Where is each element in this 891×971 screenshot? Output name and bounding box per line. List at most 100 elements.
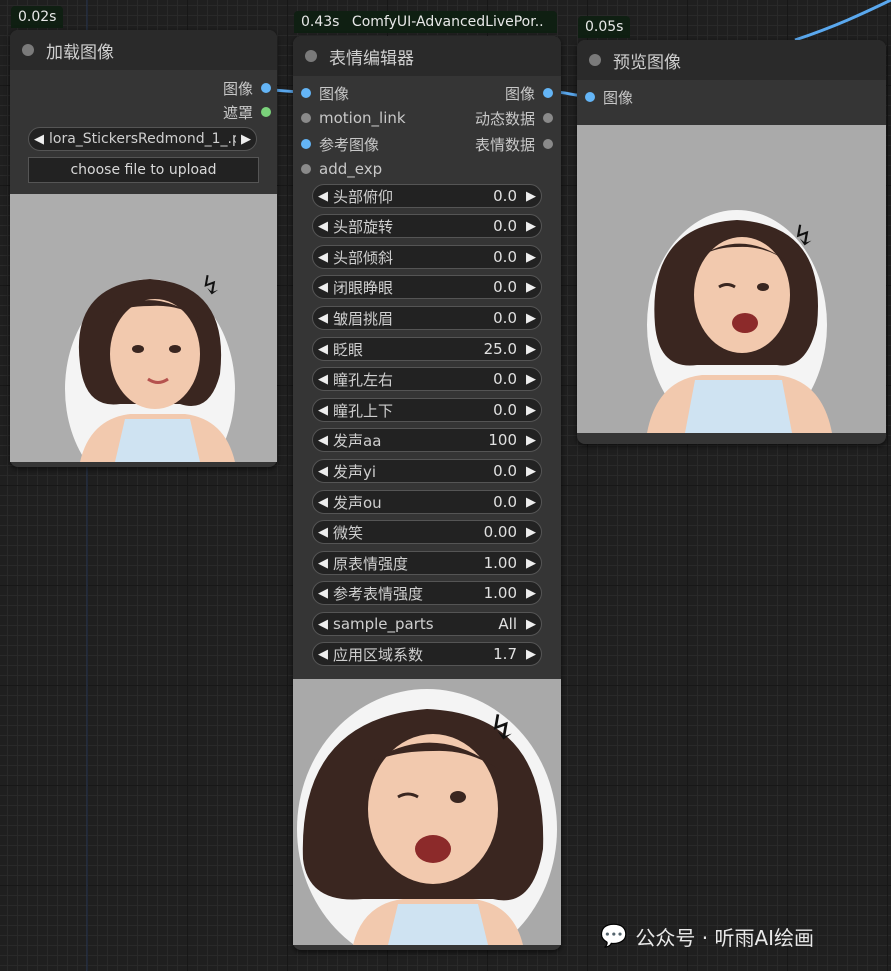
image-file-select[interactable]: ◀ lora_StickersRedmond_1_.png ▶: [28, 127, 257, 151]
svg-text:↯: ↯: [200, 271, 222, 301]
editor-node-header[interactable]: 表情编辑器: [293, 36, 561, 76]
port-input-motion-link[interactable]: [301, 113, 311, 123]
editor-output-image[interactable]: 图像: [505, 83, 553, 103]
arrow-left-icon[interactable]: ◀: [313, 647, 333, 662]
arrow-left-icon[interactable]: ◀: [313, 280, 333, 295]
arrow-right-icon[interactable]: ▶: [521, 372, 541, 387]
arrow-left-icon[interactable]: ◀: [313, 403, 333, 418]
arrow-left-icon[interactable]: ◀: [313, 586, 333, 601]
arrow-right-icon[interactable]: ▶: [521, 525, 541, 540]
param-crop-factor[interactable]: ◀ 应用区域系数 1.7 ▶: [312, 642, 542, 666]
girl-wink-image: ↯: [293, 679, 561, 945]
editor-input-motion-link[interactable]: motion_link: [301, 108, 406, 128]
arrow-left-icon[interactable]: ◀: [313, 617, 333, 632]
arrow-right-icon[interactable]: ▶: [521, 556, 541, 571]
param-eyebrow[interactable]: ◀ 皱眉挑眉 0.0 ▶: [312, 306, 542, 330]
editor-output-motion-data[interactable]: 动态数据: [475, 108, 553, 128]
arrow-right-icon[interactable]: ▶: [521, 433, 541, 448]
preview-node-header[interactable]: 预览图像: [577, 40, 886, 80]
param-aa[interactable]: ◀ 发声aa 100 ▶: [312, 428, 542, 452]
port-input-add-exp[interactable]: [301, 164, 311, 174]
param-eye-open-close[interactable]: ◀ 闭眼睁眼 0.0 ▶: [312, 275, 542, 299]
editor-output-expression-data[interactable]: 表情数据: [475, 134, 553, 154]
editor-node-time-badge: 0.43s ComfyUI-AdvancedLivePor..: [294, 11, 557, 33]
arrow-left-icon[interactable]: ◀: [313, 219, 333, 234]
param-pupil-y[interactable]: ◀ 瞳孔上下 0.0 ▶: [312, 398, 542, 422]
load-image-preview: ↯: [10, 194, 277, 462]
port-input-image[interactable]: [301, 88, 311, 98]
editor-input-ref-image[interactable]: 参考图像: [301, 134, 379, 154]
node-collapse-dot[interactable]: [305, 50, 317, 62]
node-collapse-dot[interactable]: [22, 44, 34, 56]
load-output-mask[interactable]: 遮罩: [223, 102, 271, 122]
arrow-right-icon[interactable]: ▶: [521, 219, 541, 234]
image-file-value: lora_StickersRedmond_1_.png: [49, 131, 236, 147]
arrow-left-icon[interactable]: ◀: [313, 189, 333, 204]
port-output-expression-data[interactable]: [543, 139, 553, 149]
param-wink[interactable]: ◀ 眨眼 25.0 ▶: [312, 337, 542, 361]
arrow-right-icon[interactable]: ▶: [521, 586, 541, 601]
arrow-left-icon[interactable]: ◀: [29, 132, 49, 147]
param-src-ratio[interactable]: ◀ 原表情强度 1.00 ▶: [312, 551, 542, 575]
port-output-motion-data[interactable]: [543, 113, 553, 123]
arrow-right-icon[interactable]: ▶: [521, 342, 541, 357]
arrow-right-icon[interactable]: ▶: [521, 617, 541, 632]
preview-image-output: ↯: [577, 125, 886, 433]
choose-file-button[interactable]: choose file to upload: [28, 157, 259, 183]
arrow-right-icon[interactable]: ▶: [521, 495, 541, 510]
arrow-right-icon[interactable]: ▶: [521, 280, 541, 295]
preview-node-title: 预览图像: [613, 52, 681, 73]
load-output-image[interactable]: 图像: [223, 78, 271, 98]
param-ou[interactable]: ◀ 发声ou 0.0 ▶: [312, 490, 542, 514]
param-head-yaw[interactable]: ◀ 头部旋转 0.0 ▶: [312, 214, 542, 238]
preview-node-time-badge: 0.05s: [578, 16, 631, 38]
load-node-time-badge: 0.02s: [11, 6, 64, 28]
preview-image-node[interactable]: 预览图像 图像 ↯: [577, 40, 886, 444]
load-image-node[interactable]: 加载图像 图像 遮罩 ◀ lora_StickersRedmond_1_.png…: [10, 30, 277, 467]
port-input-ref-image[interactable]: [301, 139, 311, 149]
arrow-left-icon[interactable]: ◀: [313, 556, 333, 571]
arrow-right-icon[interactable]: ▶: [236, 132, 256, 147]
param-yi[interactable]: ◀ 发声yi 0.0 ▶: [312, 459, 542, 483]
arrow-right-icon[interactable]: ▶: [521, 464, 541, 479]
wire-offscreen: [794, 0, 891, 42]
svg-text:↯: ↯: [488, 708, 517, 748]
svg-text:↯: ↯: [792, 219, 815, 252]
arrow-left-icon[interactable]: ◀: [313, 495, 333, 510]
arrow-right-icon[interactable]: ▶: [521, 403, 541, 418]
arrow-left-icon[interactable]: ◀: [313, 525, 333, 540]
param-sample-ratio[interactable]: ◀ 参考表情强度 1.00 ▶: [312, 581, 542, 605]
editor-input-add-exp[interactable]: add_exp: [301, 159, 382, 179]
wechat-icon: 💬: [600, 924, 628, 949]
expression-editor-node[interactable]: 表情编辑器 图像 motion_link 参考图像 add_exp 图像 动态数…: [293, 36, 561, 950]
arrow-left-icon[interactable]: ◀: [313, 433, 333, 448]
port-output-mask[interactable]: [261, 107, 271, 117]
port-input-image[interactable]: [585, 92, 595, 102]
param-sample-parts[interactable]: ◀ sample_parts All ▶: [312, 612, 542, 636]
param-head-pitch[interactable]: ◀ 头部俯仰 0.0 ▶: [312, 184, 542, 208]
arrow-left-icon[interactable]: ◀: [313, 311, 333, 326]
port-output-image[interactable]: [261, 83, 271, 93]
load-node-title: 加载图像: [46, 42, 114, 63]
param-head-roll[interactable]: ◀ 头部倾斜 0.0 ▶: [312, 245, 542, 269]
watermark: 💬 公众号 · 听雨AI绘画: [600, 924, 815, 950]
arrow-left-icon[interactable]: ◀: [313, 464, 333, 479]
editor-node-title: 表情编辑器: [329, 48, 414, 69]
arrow-left-icon[interactable]: ◀: [313, 250, 333, 265]
arrow-left-icon[interactable]: ◀: [313, 372, 333, 387]
arrow-right-icon[interactable]: ▶: [521, 250, 541, 265]
arrow-left-icon[interactable]: ◀: [313, 342, 333, 357]
girl-wink-preview-image: ↯: [577, 125, 886, 433]
node-collapse-dot[interactable]: [589, 54, 601, 66]
arrow-right-icon[interactable]: ▶: [521, 647, 541, 662]
girl-portrait-image: ↯: [10, 194, 277, 462]
editor-output-preview: ↯: [293, 679, 561, 945]
preview-input-image[interactable]: 图像: [585, 87, 633, 107]
arrow-right-icon[interactable]: ▶: [521, 311, 541, 326]
param-pupil-x[interactable]: ◀ 瞳孔左右 0.0 ▶: [312, 367, 542, 391]
editor-input-image[interactable]: 图像: [301, 83, 349, 103]
arrow-right-icon[interactable]: ▶: [521, 189, 541, 204]
param-smile[interactable]: ◀ 微笑 0.00 ▶: [312, 520, 542, 544]
port-output-image[interactable]: [543, 88, 553, 98]
load-node-header[interactable]: 加载图像: [10, 30, 277, 70]
